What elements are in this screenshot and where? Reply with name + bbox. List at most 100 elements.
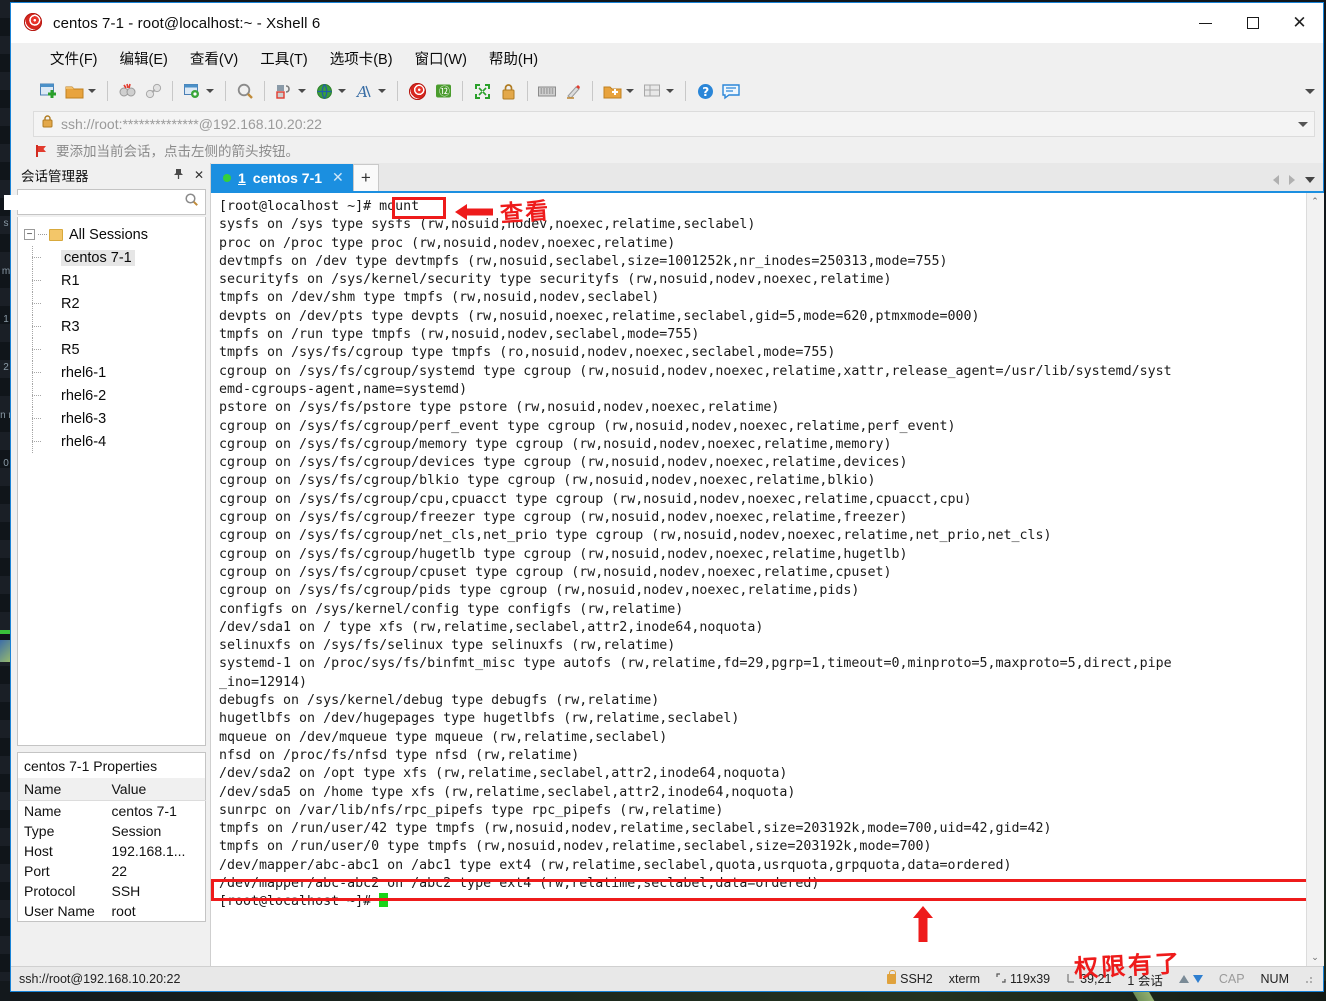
tab-close-icon[interactable]: ✕ [332, 169, 344, 186]
font-dropdown-icon[interactable] [378, 89, 386, 93]
xshell-icon[interactable] [404, 78, 430, 104]
reconnect-icon[interactable] [140, 78, 166, 104]
menu-tabs[interactable]: 选项卡(B) [319, 45, 404, 72]
download-arrow-icon [1192, 975, 1203, 983]
sidebar-item-rhel6-4[interactable]: rhel6-4 [18, 430, 205, 453]
scrollbar-track[interactable] [1306, 210, 1324, 949]
add-folder-dropdown-icon[interactable] [626, 89, 634, 93]
highlight-pen-icon[interactable] [560, 78, 586, 104]
help-icon[interactable]: ? [692, 78, 718, 104]
scroll-up-icon[interactable]: ⌃ [1306, 193, 1324, 210]
session-label: R5 [61, 341, 80, 358]
layout-dropdown-icon[interactable] [666, 89, 674, 93]
menu-help[interactable]: 帮助(H) [478, 45, 549, 72]
font-icon[interactable]: A [351, 78, 377, 104]
transfer-file-icon[interactable] [271, 78, 297, 104]
add-folder-icon[interactable] [599, 78, 625, 104]
properties-col-value: Value [105, 778, 206, 801]
tree-connector [38, 234, 47, 235]
lock-icon[interactable] [495, 78, 521, 104]
sidebar-item-r5[interactable]: R5 [18, 338, 205, 361]
tab-bar: 1 centos 7-1 ✕ + [211, 163, 1323, 191]
lock-icon [42, 115, 53, 133]
toolbar-separator [264, 81, 265, 101]
toolbar-separator [225, 81, 226, 101]
transfer-file-dropdown-icon[interactable] [298, 89, 306, 93]
sidebar-item-r3[interactable]: R3 [18, 315, 205, 338]
property-value: Session [111, 823, 162, 839]
terminal-output[interactable]: [root@localhost ~]# mount sysfs on /sys … [211, 193, 1306, 966]
close-button[interactable]: ✕ [1276, 3, 1323, 43]
tab-centos-7-1[interactable]: 1 centos 7-1 ✕ [211, 164, 353, 191]
keyboard-icon[interactable] [534, 78, 560, 104]
xftp-icon[interactable]: ⑫ [430, 78, 456, 104]
open-folder-dropdown-icon[interactable] [88, 89, 96, 93]
search-input[interactable] [4, 194, 184, 210]
resize-grip-icon[interactable] [1305, 974, 1315, 984]
session-properties-dropdown-icon[interactable] [206, 89, 214, 93]
tab-list-menu-icon[interactable] [1305, 177, 1315, 183]
session-label: R2 [61, 295, 80, 312]
address-bar[interactable]: ssh://root:**************@192.168.10.20:… [33, 111, 1315, 137]
session-icon [40, 365, 55, 380]
panel-close-icon[interactable]: ✕ [194, 168, 204, 182]
session-label: rhel6-1 [61, 364, 107, 381]
table-row: Port 22 [18, 861, 206, 881]
xshell-logo-icon [24, 13, 44, 33]
status-cursor-label: 39,21 [1080, 972, 1112, 986]
sidebar-item-r1[interactable]: R1 [18, 269, 205, 292]
window-title: centos 7-1 - root@localhost:~ - Xshell 6 [53, 14, 321, 32]
toolbar-separator [592, 81, 593, 101]
maximize-button[interactable] [1229, 3, 1276, 43]
sidebar-item-centos-7-1[interactable]: centos 7-1 [18, 246, 205, 269]
scroll-down-icon[interactable]: ⌄ [1306, 949, 1324, 966]
folder-icon [49, 228, 63, 241]
menu-view[interactable]: 查看(V) [179, 45, 249, 72]
find-icon[interactable] [232, 78, 258, 104]
hint-text: 要添加当前会话，点击左侧的箭头按钮。 [56, 144, 299, 159]
menu-edit[interactable]: 编辑(E) [109, 45, 179, 72]
session-label: centos 7-1 [61, 249, 135, 266]
menu-tools[interactable]: 工具(T) [249, 45, 319, 72]
session-properties-panel: centos 7-1 Properties Name Value Name ce… [17, 752, 206, 966]
tab-scroll-right-icon[interactable] [1289, 175, 1295, 185]
new-tab-button[interactable]: + [352, 164, 379, 191]
toolbar: A ⑫ ? [11, 73, 1323, 109]
search-icon[interactable] [184, 192, 199, 212]
status-connection-url: ssh://root@192.168.10.20:22 [19, 972, 181, 986]
minimize-button[interactable] [1182, 3, 1229, 43]
terminal-scrollbar[interactable]: ⌃ ⌄ [1306, 193, 1324, 966]
status-terminal-type: xterm [948, 972, 981, 986]
svg-text:?: ? [702, 85, 709, 99]
layout-icon[interactable] [639, 78, 665, 104]
status-cursor-position: 39,21 [1066, 972, 1111, 986]
properties-table: Name Value Name centos 7-1 Type Session … [17, 778, 206, 922]
fullscreen-icon[interactable] [469, 78, 495, 104]
toolbar-overflow-icon[interactable] [1305, 88, 1315, 94]
collapse-icon[interactable]: − [24, 229, 35, 240]
session-search-box[interactable] [4, 189, 206, 215]
property-value: root [111, 903, 136, 919]
sidebar-item-rhel6-1[interactable]: rhel6-1 [18, 361, 205, 384]
open-folder-icon[interactable] [61, 78, 87, 104]
session-properties-icon[interactable] [179, 78, 205, 104]
session-icon [40, 273, 55, 288]
session-icon [40, 411, 55, 426]
menu-window[interactable]: 窗口(W) [404, 45, 478, 72]
menu-file[interactable]: 文件(F) [39, 45, 109, 72]
tab-scroll-left-icon[interactable] [1273, 175, 1279, 185]
table-row: Host 192.168.1... [18, 841, 206, 861]
sidebar-item-r2[interactable]: R2 [18, 292, 205, 315]
web-browser-icon[interactable] [311, 78, 337, 104]
pin-icon[interactable] [173, 168, 184, 183]
table-row: Type Session [18, 821, 206, 841]
web-browser-dropdown-icon[interactable] [338, 89, 346, 93]
sidebar-item-rhel6-2[interactable]: rhel6-2 [18, 384, 205, 407]
sidebar-item-rhel6-3[interactable]: rhel6-3 [18, 407, 205, 430]
disconnect-icon[interactable] [114, 78, 140, 104]
session-label: rhel6-2 [61, 387, 107, 404]
chat-icon[interactable] [718, 78, 744, 104]
address-dropdown-icon[interactable] [1298, 121, 1308, 127]
new-session-icon[interactable] [35, 78, 61, 104]
tree-node-all-sessions[interactable]: − All Sessions [18, 223, 205, 246]
